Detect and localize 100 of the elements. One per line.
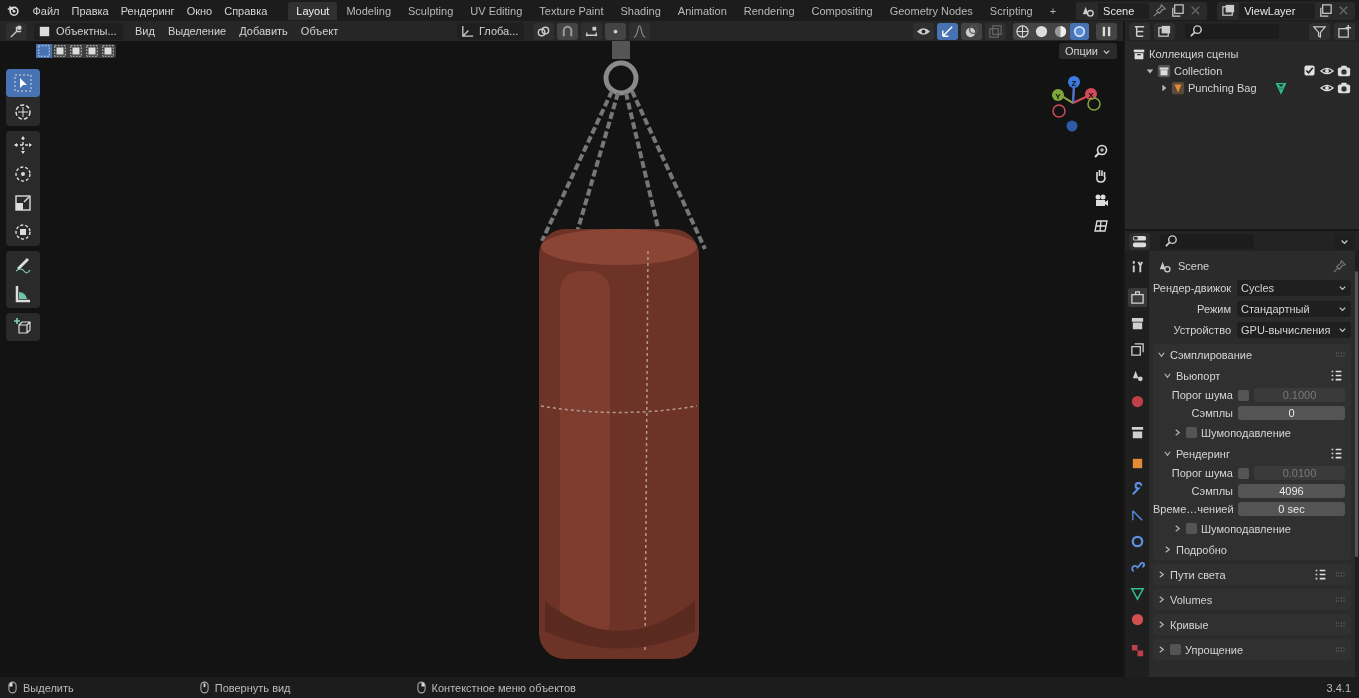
render-tab-icon[interactable] <box>1127 288 1147 307</box>
snap-icon[interactable] <box>581 22 603 40</box>
panel-title[interactable]: Шумоподавление <box>1201 426 1291 439</box>
outliner-item[interactable]: Collection <box>1174 64 1223 77</box>
editor-type-icon[interactable] <box>6 22 27 40</box>
workspace-tab[interactable]: Geometry Nodes <box>881 1 981 20</box>
drag-handle-icon[interactable] <box>1335 645 1347 654</box>
axis-gizmo-drawing[interactable] <box>1052 76 1101 132</box>
workspace-tab[interactable]: Texture Paint <box>531 1 612 20</box>
panel-header[interactable]: Упрощение <box>1153 639 1351 660</box>
chevron-icon[interactable] <box>1173 428 1182 437</box>
chevron-icon[interactable] <box>1157 350 1166 359</box>
drag-handle-icon[interactable] <box>1335 620 1347 629</box>
drag-handle-icon[interactable] <box>1335 350 1347 359</box>
shading-mode-icon[interactable] <box>1070 22 1089 40</box>
search-field[interactable] <box>1160 233 1254 249</box>
panel-title[interactable]: Вьюпорт <box>1176 369 1221 382</box>
chevron-icon[interactable] <box>1157 620 1166 629</box>
workspace-tab[interactable]: Animation <box>669 1 735 20</box>
panel-header[interactable]: Сэмплирование <box>1153 344 1351 365</box>
editor-type-icon[interactable] <box>1129 232 1150 250</box>
dropdown-field[interactable]: GPU-вычисления <box>1237 321 1351 338</box>
scene-selector[interactable]: Scene <box>1076 1 1208 20</box>
workspace-tab[interactable]: Compositing <box>803 1 881 20</box>
panel-header[interactable]: Кривые <box>1153 614 1351 635</box>
workspace-tab[interactable]: UV Editing <box>462 1 531 20</box>
chevron-icon[interactable] <box>1163 545 1172 554</box>
new-collection-icon[interactable] <box>1334 22 1355 40</box>
panel-title[interactable]: Шумоподавление <box>1201 522 1291 535</box>
menu-item[interactable]: Выделение <box>162 23 232 39</box>
drag-handle-icon[interactable] <box>1335 570 1347 579</box>
mesh-data-icon[interactable] <box>1273 80 1288 95</box>
menu-item[interactable]: Окно <box>181 2 218 19</box>
menu-item[interactable]: Рендеринг <box>115 2 180 19</box>
number-field[interactable]: 0 sec <box>1238 502 1345 516</box>
chevron-icon[interactable] <box>1163 371 1172 380</box>
checkbox[interactable] <box>1304 65 1315 76</box>
workspace-tab[interactable]: Modeling <box>338 1 400 20</box>
editor-type-icon[interactable] <box>1129 22 1150 40</box>
chevron-icon[interactable] <box>1157 645 1166 654</box>
display-mode-icon[interactable] <box>1154 22 1175 40</box>
falloff-curve-icon[interactable] <box>629 22 651 40</box>
presets-icon[interactable] <box>1330 369 1343 382</box>
checkbox[interactable] <box>1238 467 1249 479</box>
checkbox[interactable] <box>1186 523 1197 534</box>
dropdown-field[interactable]: Стандартный <box>1237 300 1351 317</box>
workspace-tab[interactable]: Rendering <box>735 1 803 20</box>
camera-icon[interactable] <box>1337 80 1351 95</box>
panel-title[interactable]: Подробно <box>1176 543 1227 556</box>
panel-header[interactable]: Пути света <box>1153 564 1351 585</box>
number-field[interactable]: 4096 <box>1238 484 1345 498</box>
workspace-tab[interactable]: Sculpting <box>400 1 462 20</box>
selection-mode-icon[interactable] <box>68 44 84 58</box>
options-dropdown[interactable]: Опции <box>1058 43 1117 59</box>
pause-icon[interactable] <box>1096 22 1117 40</box>
number-field[interactable]: 0 <box>1238 406 1345 420</box>
select-tool-button[interactable] <box>6 69 40 97</box>
selection-mode-icon[interactable] <box>52 44 68 58</box>
filter-icon[interactable] <box>1309 22 1330 40</box>
grid-icon[interactable] <box>1093 218 1109 234</box>
visibility-icon[interactable] <box>913 22 934 40</box>
view-layer-selector[interactable]: ViewLayer <box>1217 1 1355 20</box>
disclosure-triangle-icon[interactable] <box>1146 66 1154 75</box>
disclosure-triangle-icon[interactable] <box>1160 83 1168 92</box>
dropdown-icon[interactable] <box>1334 232 1355 250</box>
presets-icon[interactable] <box>1314 568 1327 581</box>
menu-item[interactable]: Объект <box>295 23 344 39</box>
checkbox[interactable] <box>1186 427 1197 438</box>
menu-item[interactable]: Файл <box>27 2 65 19</box>
shading-mode-icon[interactable] <box>1013 22 1032 40</box>
orientation-dropdown[interactable]: Глоба... <box>457 22 525 40</box>
add-workspace-button[interactable]: + <box>1041 1 1065 20</box>
checkbox[interactable] <box>1238 389 1249 401</box>
search-field[interactable] <box>1185 23 1279 39</box>
panel-header[interactable]: Volumes <box>1153 589 1351 610</box>
magnet-icon[interactable] <box>557 22 579 40</box>
workspace-tab[interactable]: Shading <box>612 1 669 20</box>
checkbox[interactable] <box>1170 644 1181 655</box>
outliner-item[interactable]: Punching Bag <box>1188 81 1257 94</box>
pin-icon[interactable] <box>1332 258 1347 274</box>
camera-icon[interactable] <box>1093 193 1109 209</box>
link-icon[interactable] <box>533 22 555 40</box>
gizmo-toggle-icon[interactable] <box>937 22 958 40</box>
workspace-tab[interactable]: Layout <box>288 1 338 20</box>
menu-item[interactable]: Добавить <box>234 23 293 39</box>
presets-icon[interactable] <box>1330 447 1343 460</box>
chevron-icon[interactable] <box>1163 449 1172 458</box>
zoom-icon[interactable] <box>1093 143 1109 159</box>
menu-item[interactable]: Вид <box>130 23 160 39</box>
panel-title[interactable]: Рендеринг <box>1176 447 1230 460</box>
outliner-item[interactable]: Коллекция сцены <box>1149 47 1239 60</box>
mode-dropdown[interactable]: Объектны... <box>34 22 123 40</box>
chevron-icon[interactable] <box>1157 595 1166 604</box>
hand-icon[interactable] <box>1093 168 1109 184</box>
menu-item[interactable]: Правка <box>66 2 114 19</box>
overlay-icon[interactable] <box>961 22 982 40</box>
dropdown-field[interactable]: Cycles <box>1237 279 1351 296</box>
drag-handle-icon[interactable] <box>1335 595 1347 604</box>
camera-icon[interactable] <box>1337 63 1351 78</box>
selection-mode-icon[interactable] <box>100 44 116 58</box>
